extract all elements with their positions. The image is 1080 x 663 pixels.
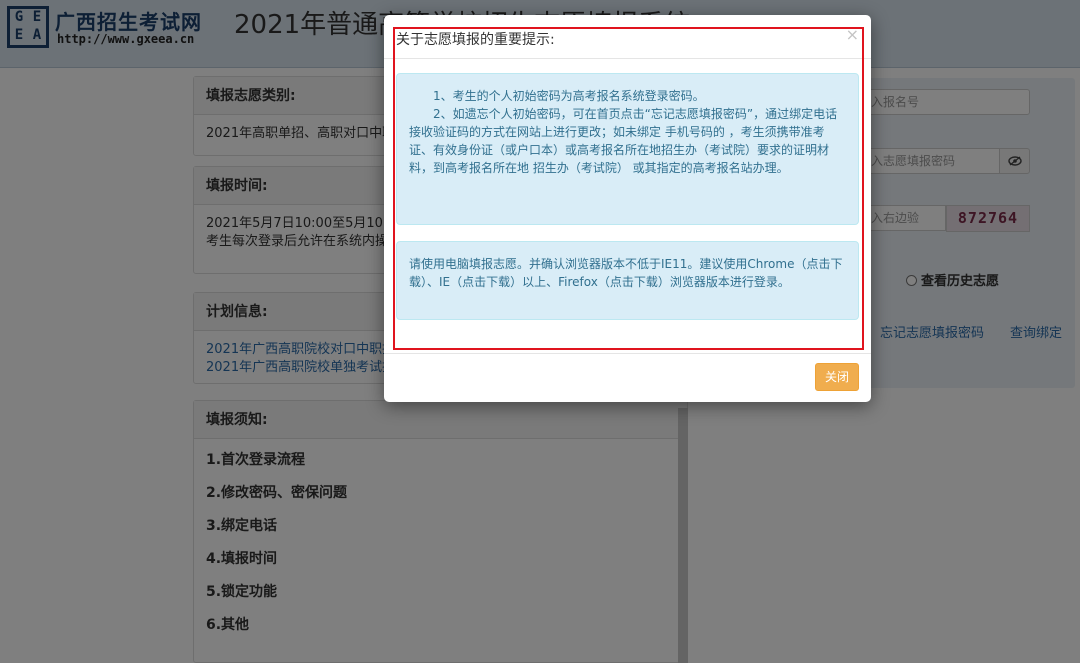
close-icon[interactable]: ×	[846, 25, 859, 44]
important-notice-modal: 关于志愿填报的重要提示: × 1、考生的个人初始密码为高考报名系统登录密码。 2…	[384, 15, 871, 402]
modal-footer: 关闭	[384, 353, 871, 402]
password-info-box: 1、考生的个人初始密码为高考报名系统登录密码。 2、如遗忘个人初始密码，可在首页…	[396, 73, 859, 225]
info-paragraph: 1、考生的个人初始密码为高考报名系统登录密码。	[433, 89, 705, 103]
close-button[interactable]: 关闭	[815, 363, 859, 391]
modal-header: 关于志愿填报的重要提示: ×	[384, 15, 871, 59]
modal-title: 关于志愿填报的重要提示:	[396, 32, 555, 48]
info-paragraph: 2、如遗忘个人初始密码，可在首页点击“忘记志愿填报密码”，通过绑定电话接收验证码…	[409, 107, 838, 175]
browser-info-box: 请使用电脑填报志愿。并确认浏览器版本不低于IE11。建议使用Chrome（点击下…	[396, 241, 859, 320]
